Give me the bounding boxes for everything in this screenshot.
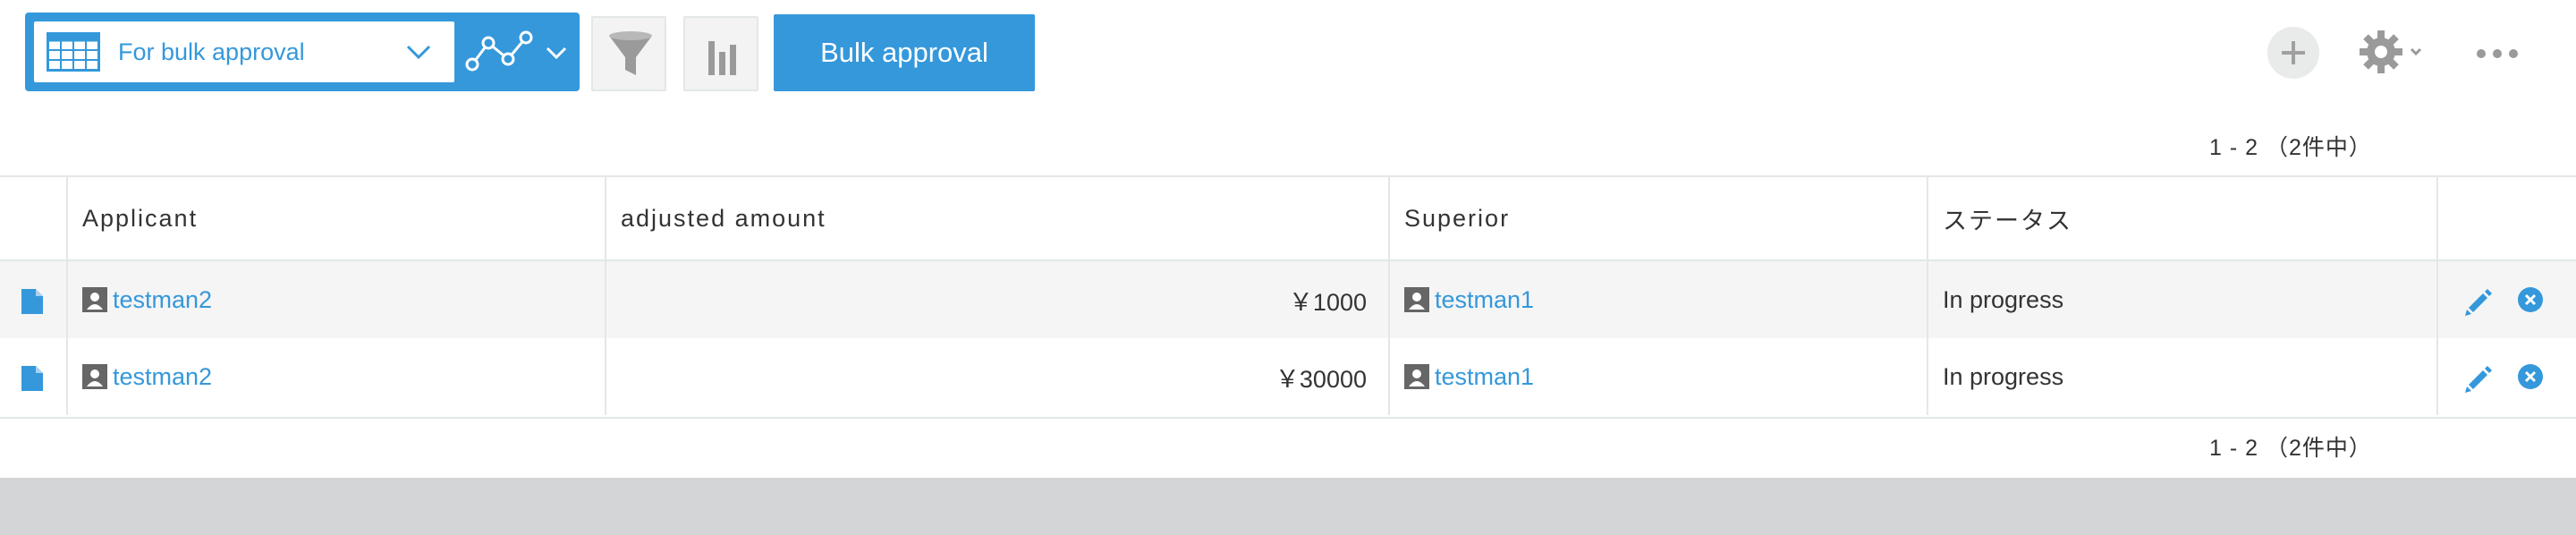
header-spacer	[0, 177, 68, 259]
filter-button[interactable]	[591, 16, 666, 91]
pencil-edit-icon[interactable]	[2463, 286, 2494, 317]
bulk-approval-button[interactable]: Bulk approval	[774, 14, 1035, 91]
table-grid-icon	[47, 32, 100, 72]
delete-circle-icon[interactable]	[2517, 286, 2544, 313]
row-actions	[2438, 261, 2576, 338]
superior-cell: testman1	[1390, 261, 1928, 338]
graph-dropdown-button[interactable]	[463, 27, 571, 79]
chevron-down-icon	[406, 45, 431, 60]
user-icon	[1404, 364, 1429, 389]
filter-funnel-icon	[609, 31, 652, 75]
column-header-label: Superior	[1404, 204, 1511, 232]
more-options-button[interactable]	[2460, 36, 2538, 72]
status-value: In progress	[1943, 362, 2064, 390]
view-name: For bulk approval	[118, 38, 305, 65]
column-header-status[interactable]: ステータス	[1928, 177, 2438, 259]
delete-circle-icon[interactable]	[2517, 363, 2544, 390]
applicant-cell: testman2	[68, 338, 606, 415]
chart-button[interactable]	[683, 16, 758, 91]
document-icon	[21, 366, 43, 391]
ellipsis-icon	[2477, 49, 2518, 58]
graph-line-icon	[465, 30, 567, 72]
view-dropdown[interactable]: For bulk approval	[34, 21, 454, 82]
applicant-link[interactable]: testman2	[113, 363, 212, 391]
user-icon	[1404, 287, 1429, 312]
table-row: testman2 ￥1000 testman1 In progress	[0, 261, 2576, 338]
superior-cell: testman1	[1390, 338, 1928, 415]
table-row: testman2 ￥30000 testman1 In progress	[0, 338, 2576, 415]
status-value: In progress	[1943, 285, 2064, 313]
toolbar: For bulk approval Bulk approval	[0, 0, 2576, 107]
plus-icon	[2282, 41, 2305, 64]
row-actions	[2438, 338, 2576, 415]
amount-cell: ￥30000	[606, 338, 1390, 415]
column-header-adjusted-amount[interactable]: adjusted amount	[606, 177, 1390, 259]
gear-icon	[2360, 30, 2422, 73]
column-header-superior[interactable]: Superior	[1390, 177, 1928, 259]
status-cell: In progress	[1928, 338, 2438, 415]
header-actions-spacer	[2438, 177, 2576, 259]
settings-button[interactable]	[2358, 25, 2429, 79]
record-detail-link[interactable]	[0, 338, 68, 415]
status-cell: In progress	[1928, 261, 2438, 338]
column-header-applicant[interactable]: Applicant	[68, 177, 606, 259]
amount-value: ￥1000	[1288, 288, 1367, 316]
table-header-row: Applicant adjusted amount Superior ステータス	[0, 177, 2576, 261]
pagination-top: 1 - 2 （2件中）	[2209, 135, 2372, 160]
column-header-label: Applicant	[82, 204, 199, 232]
applicant-link[interactable]: testman2	[113, 286, 212, 314]
document-icon	[21, 289, 43, 314]
footer-bar	[0, 478, 2576, 535]
bar-chart-icon	[708, 41, 736, 75]
pagination-bottom: 1 - 2 （2件中）	[2209, 436, 2372, 461]
view-selector-group: For bulk approval	[25, 13, 580, 91]
records-table: Applicant adjusted amount Superior ステータス	[0, 175, 2576, 419]
pencil-edit-icon[interactable]	[2463, 363, 2494, 394]
applicant-cell: testman2	[68, 261, 606, 338]
superior-link[interactable]: testman1	[1435, 286, 1534, 314]
add-record-button[interactable]	[2267, 27, 2319, 79]
amount-cell: ￥1000	[606, 261, 1390, 338]
column-header-label: adjusted amount	[621, 204, 826, 232]
record-detail-link[interactable]	[0, 261, 68, 338]
user-icon	[82, 287, 107, 312]
user-icon	[82, 364, 107, 389]
column-header-label: ステータス	[1943, 207, 2072, 234]
amount-value: ￥30000	[1275, 365, 1367, 393]
superior-link[interactable]: testman1	[1435, 363, 1534, 391]
